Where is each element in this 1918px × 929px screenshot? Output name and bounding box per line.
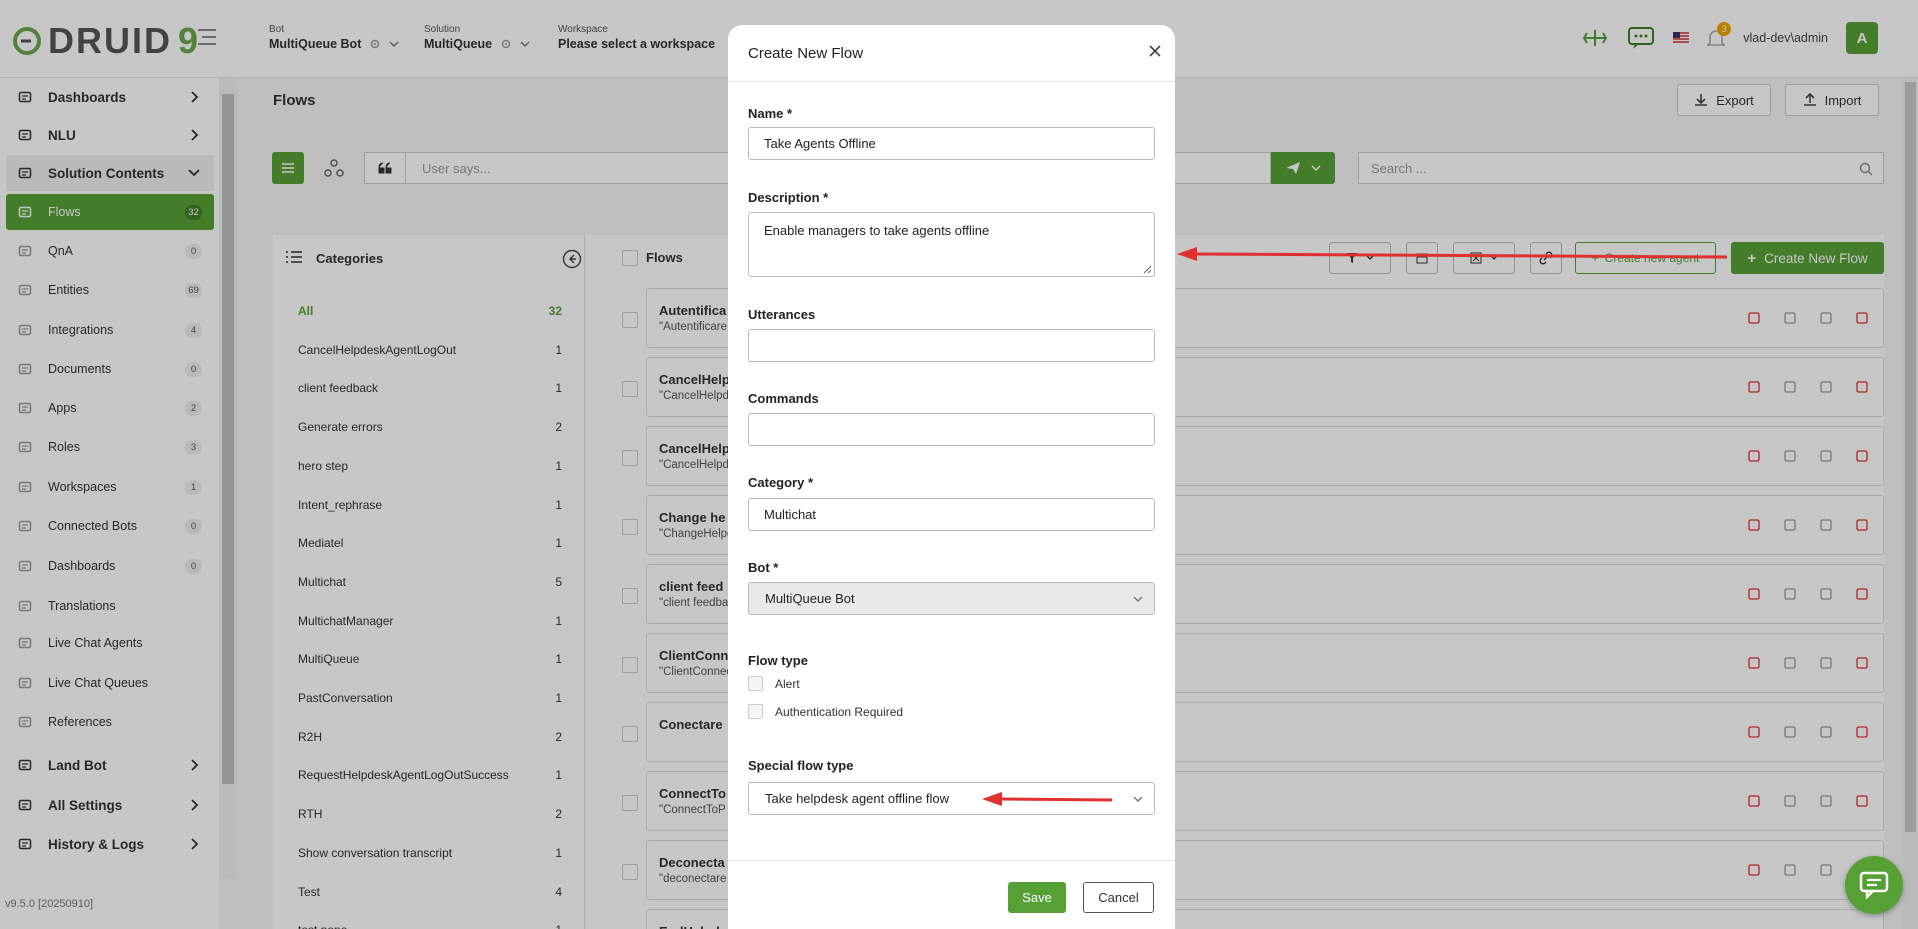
- description-field[interactable]: Enable managers to take agents offline: [748, 212, 1155, 277]
- category-field[interactable]: Multichat: [748, 498, 1155, 531]
- chat-widget-button[interactable]: [1845, 856, 1903, 914]
- bot-select-value: MultiQueue Bot: [765, 591, 855, 606]
- bot-select: MultiQueue Bot: [748, 582, 1155, 615]
- category-label: Category *: [748, 475, 814, 490]
- commands-field[interactable]: [748, 413, 1155, 446]
- modal-header: Create New Flow: [728, 25, 1175, 82]
- chat-icon: [1859, 871, 1889, 899]
- chevron-down-icon: [1133, 796, 1143, 802]
- description-label: Description *: [748, 190, 829, 205]
- close-icon[interactable]: [1147, 43, 1163, 59]
- annotation-arrow-description: [1177, 247, 1728, 261]
- description-value: Enable managers to take agents offline: [764, 223, 990, 238]
- cancel-button[interactable]: Cancel: [1083, 882, 1154, 913]
- chevron-down-icon: [1133, 596, 1143, 602]
- name-label: Name *: [748, 106, 793, 121]
- commands-label: Commands: [748, 391, 819, 406]
- annotation-arrow-special-flow: [982, 792, 1113, 806]
- alert-label: Alert: [775, 676, 800, 691]
- special-flow-type-label: Special flow type: [748, 758, 854, 773]
- alert-checkbox[interactable]: [748, 676, 763, 691]
- resize-handle-icon[interactable]: [1140, 262, 1152, 274]
- auth-required-label: Authentication Required: [775, 704, 904, 719]
- utterances-field[interactable]: [748, 329, 1155, 362]
- alert-option[interactable]: Alert: [748, 676, 800, 691]
- save-button[interactable]: Save: [1008, 882, 1066, 913]
- utterances-label: Utterances: [748, 307, 816, 322]
- category-value: Multichat: [764, 507, 817, 522]
- name-value: Take Agents Offline: [764, 136, 876, 151]
- auth-required-option[interactable]: Authentication Required: [748, 704, 903, 719]
- bot-label: Bot *: [748, 560, 779, 575]
- special-flow-type-value: Take helpdesk agent offline flow: [765, 791, 950, 806]
- modal-title: Create New Flow: [748, 45, 864, 62]
- flow-type-label: Flow type: [748, 653, 808, 668]
- name-field[interactable]: Take Agents Offline: [748, 127, 1155, 160]
- auth-required-checkbox[interactable]: [748, 704, 763, 719]
